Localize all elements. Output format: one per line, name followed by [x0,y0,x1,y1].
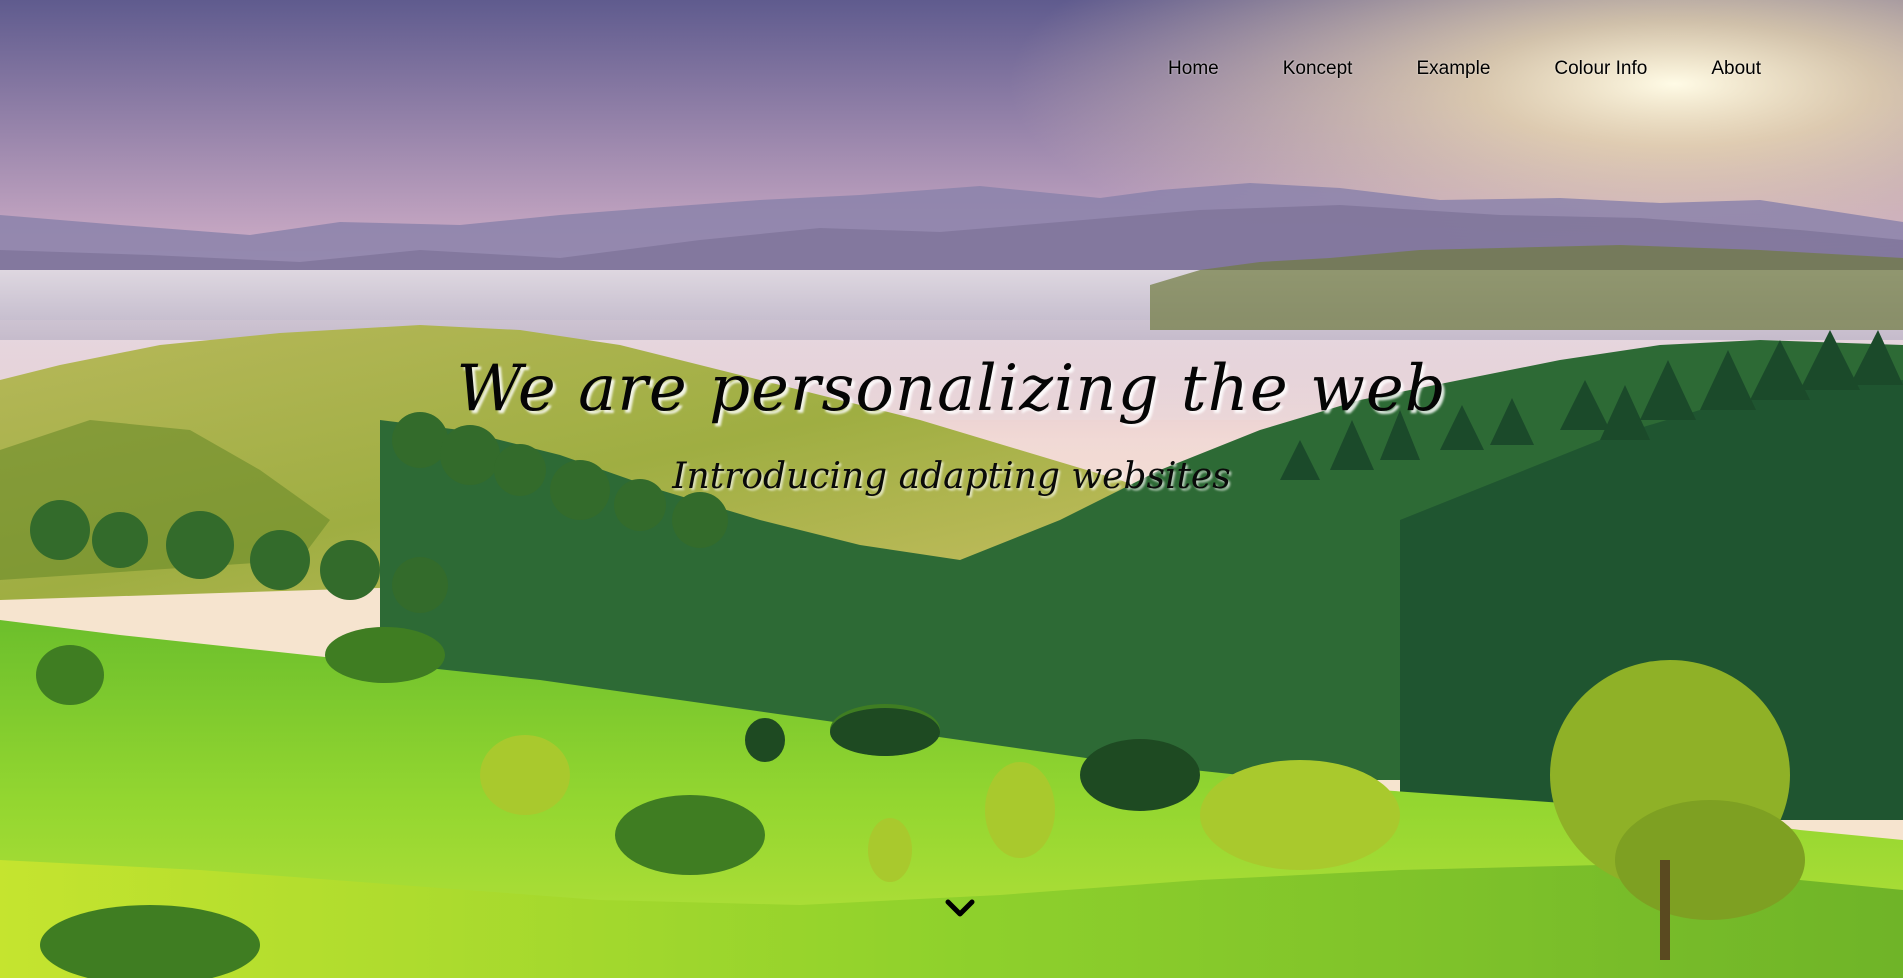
nav-example-link[interactable]: Example [1384,56,1522,82]
nav-koncept-link[interactable]: Koncept [1251,56,1385,82]
scroll-down-button[interactable] [940,894,980,924]
nav-colour-info-link[interactable]: Colour Info [1522,56,1679,82]
nav-home-link[interactable]: Home [1136,56,1251,82]
chevron-down-icon [945,899,975,917]
hero-section: Home Koncept Example Colour Info About W… [0,0,1903,978]
main-nav: Home Koncept Example Colour Info About [1136,56,1793,82]
hero-title: We are personalizing the web [456,352,1447,426]
nav-about-link[interactable]: About [1679,56,1793,82]
hero-subtitle: Introducing adapting websites [672,456,1231,497]
